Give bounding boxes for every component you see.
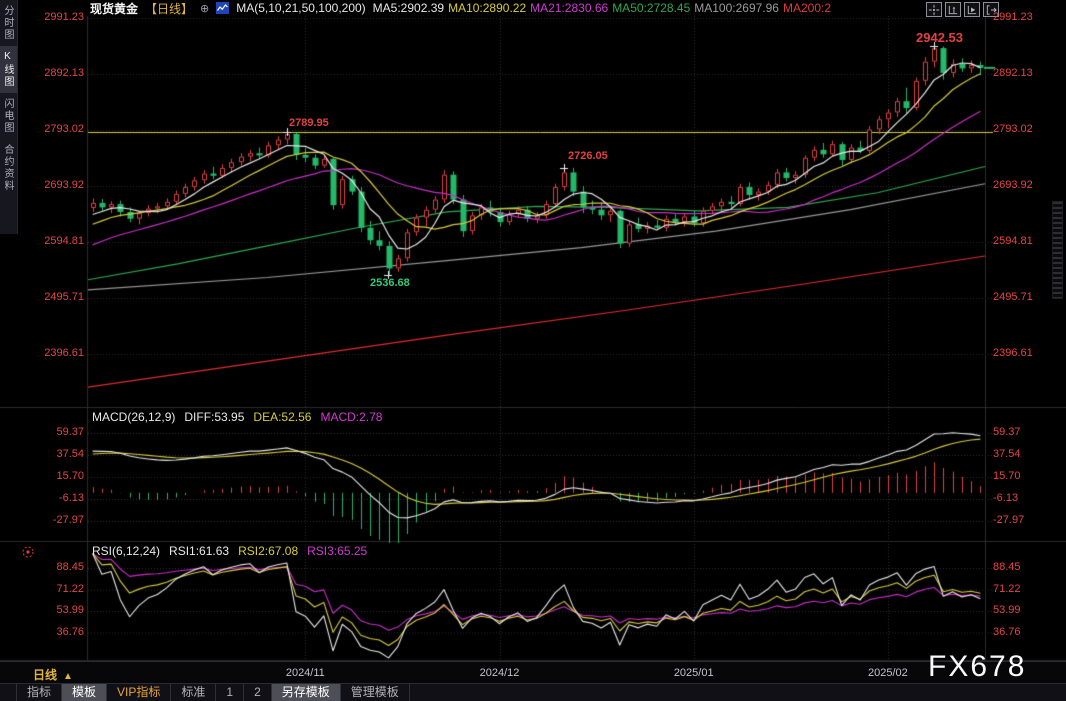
rsi-header-item: RSI3:65.25 [307, 544, 367, 558]
add-indicator-icon[interactable]: ⊕ [200, 2, 209, 15]
y-axis-label: 2793.02 [30, 123, 84, 135]
bottom-toolbar: 指标模板VIP指标标准12另存模板管理模板 [0, 683, 1066, 701]
ma-value: MA50:2728.45 [612, 1, 690, 15]
fit-vertical-icon[interactable] [945, 2, 961, 17]
macd-header-item: MACD(26,12,9) [92, 410, 175, 424]
macd-header: MACD(26,12,9) DIFF:53.95 DEA:52.56 MACD:2.7… [92, 410, 382, 424]
y-axis-label: 71.22 [30, 583, 84, 595]
x-axis-label: 2024/12 [465, 667, 535, 679]
y-axis-label: 36.76 [993, 626, 1053, 638]
ma-value: MA21:2830.66 [530, 1, 608, 15]
sidebar-item-闪电图[interactable]: 闪电图 [0, 93, 17, 139]
y-axis-label: 36.76 [30, 626, 84, 638]
right-scrollbar[interactable] [1052, 201, 1063, 299]
y-axis-label: 2991.23 [993, 11, 1053, 23]
toolbar-button-指标[interactable]: 指标 [16, 684, 62, 701]
rsi-header-item: RSI2:67.08 [238, 544, 298, 558]
y-axis-label: 2892.13 [30, 67, 84, 79]
y-axis-label: 2495.71 [993, 291, 1053, 303]
toolbar-button-1[interactable]: 1 [216, 684, 244, 701]
toolbar-button-VIP指标[interactable]: VIP指标 [107, 684, 171, 701]
rsi-indicator-icon[interactable] [21, 545, 35, 559]
y-axis-label: 37.54 [993, 448, 1053, 460]
y-axis-label: -6.13 [993, 492, 1053, 504]
macd-header-item: MACD:2.78 [320, 410, 382, 424]
y-axis-label: 71.22 [993, 583, 1053, 595]
toolbar-button-模板[interactable]: 模板 [62, 684, 107, 701]
toolbar-button-标准[interactable]: 标准 [171, 684, 216, 701]
price-annotation: 2536.68 [370, 277, 410, 289]
rsi-header-item: RSI(6,12,24) [92, 544, 160, 558]
sidebar-item-K线图[interactable]: K线图 [0, 46, 17, 93]
trading-app-window: 分时图K线图闪电图合约资料 现货黄金 【日线】 ⊕ MA(5,10,21,50,… [0, 0, 1066, 701]
y-axis-label: 15.70 [993, 470, 1053, 482]
price-annotation: 2789.95 [289, 117, 329, 129]
y-axis-label: 2693.92 [993, 179, 1053, 191]
macd-header-item: DIFF:53.95 [184, 410, 244, 424]
x-axis-label: 2025/02 [853, 667, 923, 679]
watermark: FX678 [928, 650, 1026, 684]
toolbar-button-管理模板[interactable]: 管理模板 [341, 684, 410, 701]
y-axis-label: 59.37 [30, 426, 84, 438]
toolbar-button-2[interactable]: 2 [244, 684, 272, 701]
rsi-header: RSI(6,12,24) RSI1:61.63 RSI2:67.08 RSI3:65.… [92, 544, 367, 558]
y-axis-label: 2495.71 [30, 291, 84, 303]
chart-type-sidebar: 分时图K线图闪电图合约资料 [0, 0, 18, 234]
main-chart-header: 现货黄金 【日线】 ⊕ MA(5,10,21,50,100,200) MA5:2… [90, 1, 835, 15]
go-to-latest-icon[interactable] [964, 2, 980, 17]
ma-value: MA100:2697.96 [694, 1, 779, 15]
price-annotation: 2726.05 [568, 150, 608, 162]
y-axis-label: 2793.02 [993, 123, 1053, 135]
y-axis-label: 88.45 [993, 561, 1053, 573]
y-axis-label: 2594.81 [993, 235, 1053, 247]
chart-canvas[interactable] [0, 0, 1066, 701]
timeframe-label: 日线 [33, 668, 57, 682]
sidebar-item-分时图[interactable]: 分时图 [0, 0, 17, 46]
y-axis-label: 2991.23 [30, 11, 84, 23]
toolbar-button-另存模板[interactable]: 另存模板 [272, 684, 341, 701]
triangle-up-icon: ▲ [63, 671, 73, 682]
y-axis-label: 2594.81 [30, 235, 84, 247]
chart-style-icon[interactable] [216, 2, 229, 14]
y-axis-label: 2892.13 [993, 67, 1053, 79]
ma-group-label: MA(5,10,21,50,100,200) [236, 1, 365, 15]
y-axis-label: -6.13 [30, 492, 84, 504]
macd-header-item: DEA:52.56 [253, 410, 311, 424]
y-axis-label: 2693.92 [30, 179, 84, 191]
y-axis-label: 53.99 [993, 604, 1053, 616]
pan-crosshair-icon[interactable] [926, 2, 942, 17]
y-axis-label: 15.70 [30, 470, 84, 482]
ma-value: MA10:2890.22 [448, 1, 526, 15]
y-axis-label: -27.97 [993, 514, 1053, 526]
timeframe-selector[interactable]: 日线 ▲ [33, 666, 73, 683]
instrument-title: 现货黄金 [90, 0, 138, 17]
rsi-header-item: RSI1:61.63 [169, 544, 229, 558]
y-axis-label: 37.54 [30, 448, 84, 460]
chart-tools [926, 2, 999, 17]
y-axis-label: 2396.61 [993, 347, 1053, 359]
price-annotation: 2942.53 [916, 30, 963, 45]
x-axis-label: 2024/11 [270, 667, 340, 679]
y-axis-label: 88.45 [30, 561, 84, 573]
x-axis-bar: 日线▲ 2024/112024/122025/012025/02 FX678 [0, 661, 1066, 684]
y-axis-label: 59.37 [993, 426, 1053, 438]
y-axis-label: 53.99 [30, 604, 84, 616]
ma-value: MA200:2 [783, 1, 831, 15]
ma-values: MA5:2902.39 MA10:2890.22 MA21:2830.66 MA50:… [373, 1, 835, 15]
y-axis-label: 2396.61 [30, 347, 84, 359]
x-axis-label: 2025/01 [659, 667, 729, 679]
sidebar-item-合约资料[interactable]: 合约资料 [0, 139, 17, 197]
ma-value: MA5:2902.39 [373, 1, 444, 15]
y-axis-label: -27.97 [30, 514, 84, 526]
period-tag[interactable]: 【日线】 [145, 0, 193, 17]
